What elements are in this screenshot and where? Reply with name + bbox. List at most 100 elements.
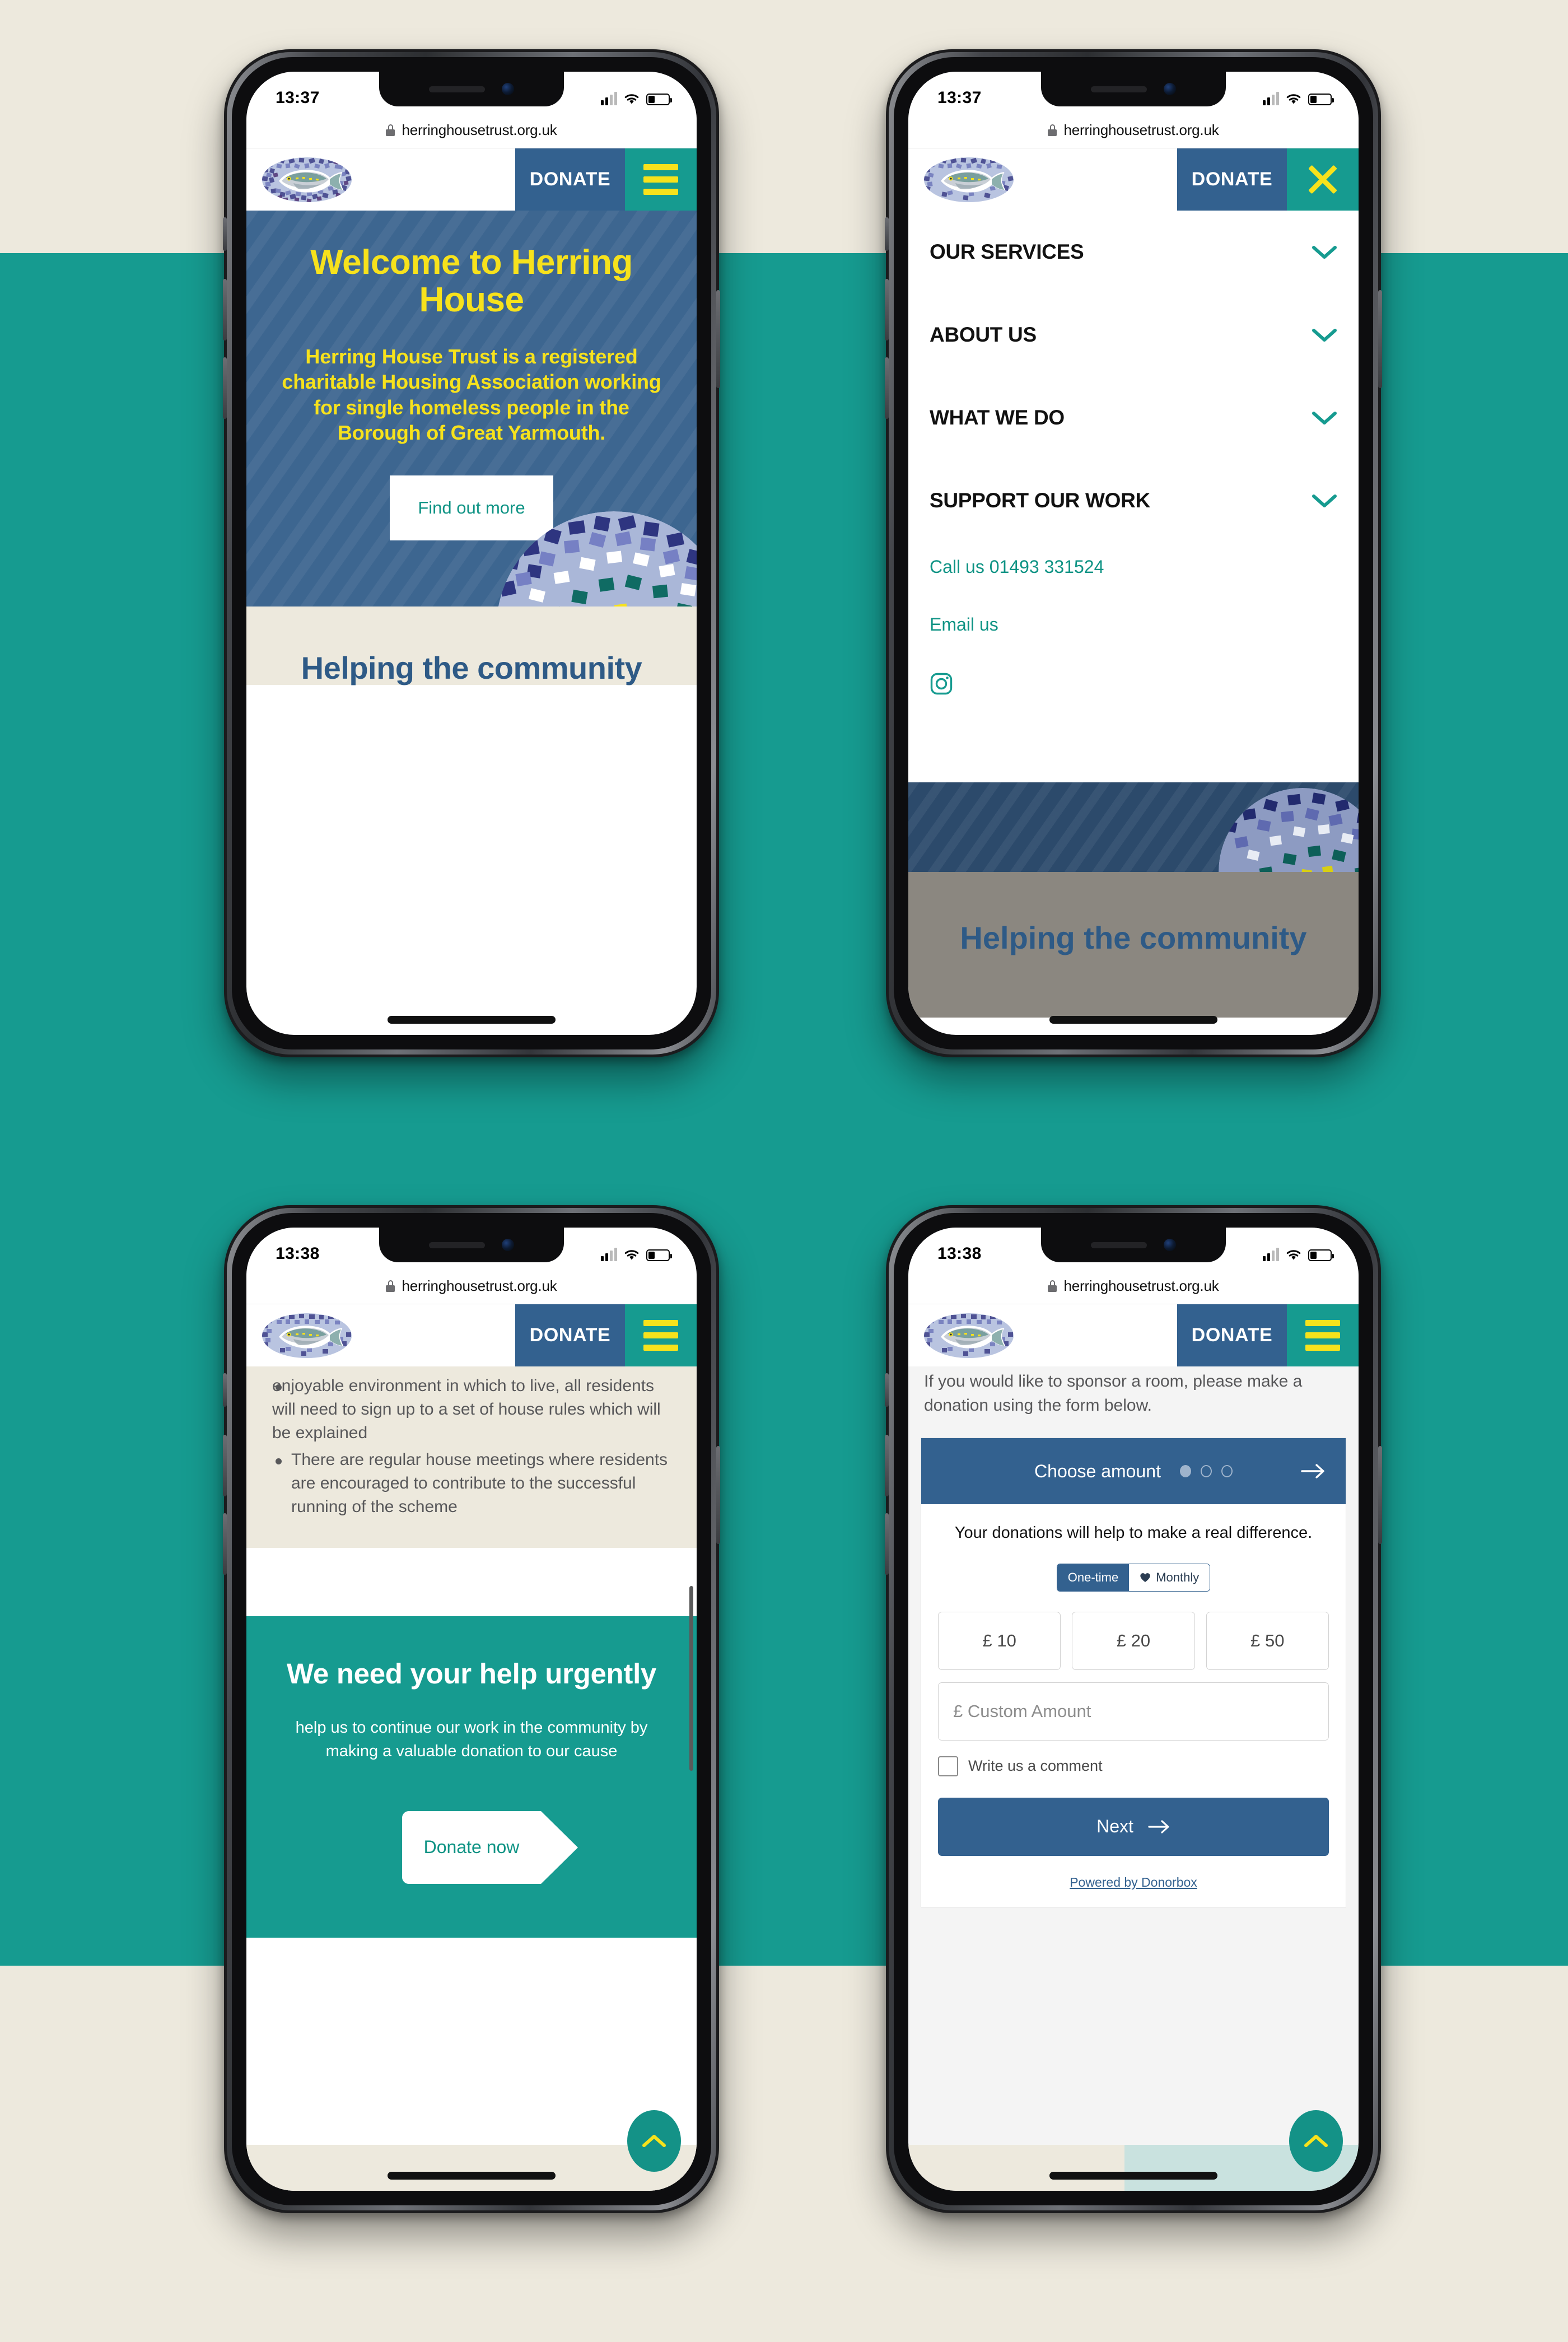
menu-item-our-services[interactable]: OUR SERVICES (930, 211, 1337, 293)
lock-icon (386, 124, 395, 136)
volume-down-button[interactable] (223, 357, 227, 419)
email-us-link[interactable]: Email us (930, 614, 1337, 635)
find-out-more-button[interactable]: Find out more (390, 475, 553, 541)
donate-button[interactable]: DONATE (1177, 148, 1287, 211)
mute-switch[interactable] (885, 1373, 889, 1407)
scrollbar-thumb[interactable] (689, 1586, 693, 1771)
one-time-option[interactable]: One-time (1057, 1564, 1130, 1591)
amount-option-10[interactable]: £ 10 (938, 1611, 1061, 1670)
mute-switch[interactable] (885, 217, 889, 251)
instagram-icon[interactable] (930, 672, 953, 696)
amount-option-20[interactable]: £ 20 (1072, 1611, 1195, 1670)
scroll-to-top-button[interactable] (627, 2110, 681, 2172)
browser-url-bar[interactable]: herringhousetrust.org.uk (246, 112, 697, 148)
monthly-option[interactable]: Monthly (1129, 1564, 1210, 1591)
form-body: Your donations will help to make a real … (921, 1504, 1346, 1906)
browser-url-bar[interactable]: herringhousetrust.org.uk (246, 1268, 697, 1304)
chevron-down-icon (1312, 329, 1337, 342)
herring-mosaic-logo (924, 157, 1014, 202)
page-footer-area (908, 1907, 1359, 2003)
close-x-icon[interactable] (1287, 148, 1359, 211)
home-indicator[interactable] (388, 2172, 556, 2180)
donate-button[interactable]: DONATE (515, 148, 625, 211)
volume-up-button[interactable] (223, 279, 227, 340)
powered-by-donorbox-link[interactable]: Powered by Donorbox (1070, 1875, 1197, 1890)
volume-up-button[interactable] (885, 279, 889, 340)
section-heading: Helping the community (301, 650, 642, 686)
arrow-right-icon[interactable] (1301, 1463, 1326, 1480)
donate-button[interactable]: DONATE (1177, 1304, 1287, 1366)
volume-up-button[interactable] (223, 1435, 227, 1496)
help-body: help us to continue our work in the comm… (295, 1719, 648, 1760)
home-indicator[interactable] (1049, 2172, 1217, 2180)
url-text: herringhousetrust.org.uk (1063, 1277, 1219, 1294)
hamburger-menu-icon[interactable] (625, 148, 697, 211)
volume-up-button[interactable] (885, 1435, 889, 1496)
page-behind-hero-strip (908, 782, 1359, 872)
power-button[interactable] (716, 1446, 720, 1544)
hamburger-menu-icon[interactable] (625, 1304, 697, 1366)
step-progress-dots (1179, 1465, 1233, 1478)
url-text: herringhousetrust.org.uk (1063, 121, 1219, 138)
power-button[interactable] (716, 290, 720, 388)
powered-by-row: Powered by Donorbox (938, 1875, 1329, 1890)
call-us-link[interactable]: Call us 01493 331524 (930, 557, 1337, 577)
monthly-label: Monthly (1156, 1570, 1200, 1584)
hamburger-menu-icon[interactable] (1287, 1304, 1359, 1366)
help-section-footer (246, 1883, 697, 1938)
write-comment-checkbox[interactable] (938, 1756, 958, 1776)
phone-screen: 13:37 herringhousetrust.org.uk (908, 72, 1359, 1035)
notch (1041, 72, 1226, 106)
site-logo-link[interactable] (246, 148, 515, 211)
write-comment-row[interactable]: Write us a comment (938, 1756, 1329, 1776)
front-camera-icon (1164, 83, 1176, 95)
mute-switch[interactable] (223, 1373, 227, 1407)
phone-menu: 13:37 herringhousetrust.org.uk DONATE OU… (885, 49, 1382, 1057)
site-header: DONATE (246, 1304, 697, 1366)
browser-url-bar[interactable]: herringhousetrust.org.uk (908, 1268, 1359, 1304)
site-logo-link[interactable] (908, 1304, 1177, 1366)
earpiece-speaker (429, 1242, 485, 1248)
phone-home: 13:37 herringhousetrust.org.uk DONATE We… (223, 49, 720, 1057)
home-indicator[interactable] (1049, 1016, 1217, 1024)
volume-down-button[interactable] (885, 357, 889, 419)
front-camera-icon (502, 83, 514, 95)
donate-now-button[interactable]: Donate now (402, 1811, 578, 1884)
sponsor-lead-text: If you would like to sponsor a room, ple… (924, 1372, 1303, 1415)
volume-down-button[interactable] (223, 1513, 227, 1575)
menu-item-label: WHAT WE DO (930, 406, 1065, 429)
custom-amount-input[interactable]: £ Custom Amount (938, 1682, 1329, 1741)
scroll-to-top-button[interactable] (1289, 2110, 1343, 2172)
next-label: Next (1096, 1816, 1133, 1837)
volume-down-button[interactable] (885, 1513, 889, 1575)
herring-mosaic-logo (924, 1313, 1014, 1358)
phone-screen: 13:38 herringhousetrust.org.uk (246, 1228, 697, 2191)
menu-item-label: ABOUT US (930, 323, 1037, 346)
earpiece-speaker (429, 86, 485, 92)
site-logo-link[interactable] (246, 1304, 515, 1366)
power-button[interactable] (1378, 290, 1382, 388)
power-button[interactable] (1378, 1446, 1382, 1544)
step-label: Choose amount (1034, 1461, 1161, 1481)
site-logo-link[interactable] (908, 148, 1177, 211)
menu-item-what-we-do[interactable]: WHAT WE DO (930, 376, 1337, 459)
status-time: 13:37 (937, 88, 982, 107)
mobile-menu-panel: OUR SERVICES ABOUT US WHAT WE DO SUPPORT… (908, 211, 1359, 698)
home-indicator[interactable] (388, 1016, 556, 1024)
signal-bars-icon (1263, 92, 1279, 105)
earpiece-speaker (1091, 86, 1147, 92)
chevron-up-icon (1304, 2135, 1328, 2147)
mute-switch[interactable] (223, 217, 227, 251)
next-button[interactable]: Next (938, 1797, 1329, 1856)
signal-bars-icon (601, 92, 617, 105)
browser-url-bar[interactable]: herringhousetrust.org.uk (908, 112, 1359, 148)
site-header: DONATE (908, 1304, 1359, 1366)
amount-option-50[interactable]: £ 50 (1206, 1611, 1329, 1670)
battery-low-icon (646, 94, 672, 105)
lock-icon (1048, 124, 1057, 136)
menu-item-about-us[interactable]: ABOUT US (930, 293, 1337, 376)
donate-button[interactable]: DONATE (515, 1304, 625, 1366)
frequency-toggle[interactable]: One-time Monthly (1056, 1563, 1211, 1592)
below-hero-section: Helping the community (246, 607, 697, 685)
menu-item-support-our-work[interactable]: SUPPORT OUR WORK (930, 459, 1337, 542)
